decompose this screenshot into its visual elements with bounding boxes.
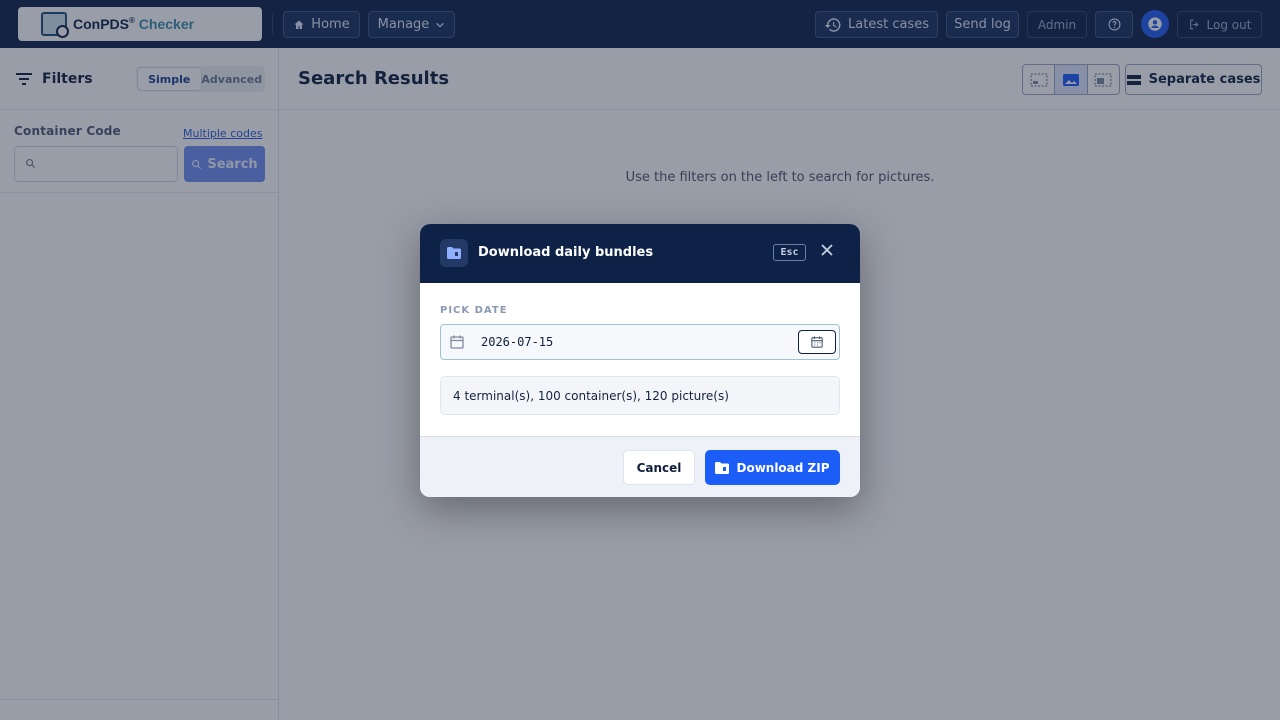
pick-date-label: PICK DATE	[440, 305, 508, 316]
date-value: 2026-07-15	[481, 335, 554, 349]
calendar-icon	[450, 335, 464, 349]
calendar-picker-button[interactable]	[798, 330, 836, 354]
esc-key-hint: Esc	[773, 244, 806, 261]
calendar-icon	[811, 336, 823, 348]
cancel-button[interactable]: Cancel	[623, 450, 695, 485]
download-zip-label: Download ZIP	[736, 460, 830, 475]
download-bundles-dialog: Download daily bundles Esc PICK DATE 202…	[420, 224, 860, 497]
dialog-footer: Cancel Download ZIP	[420, 436, 860, 497]
dialog-title: Download daily bundles	[478, 245, 654, 260]
date-input[interactable]: 2026-07-15	[440, 324, 840, 360]
bundle-summary: 4 terminal(s), 100 container(s), 120 pic…	[440, 376, 840, 415]
folder-icon	[440, 239, 468, 267]
dialog-header: Download daily bundles Esc	[420, 224, 860, 283]
close-icon[interactable]	[820, 243, 834, 257]
download-zip-button[interactable]: Download ZIP	[705, 450, 840, 485]
folder-zip-icon	[715, 461, 730, 474]
